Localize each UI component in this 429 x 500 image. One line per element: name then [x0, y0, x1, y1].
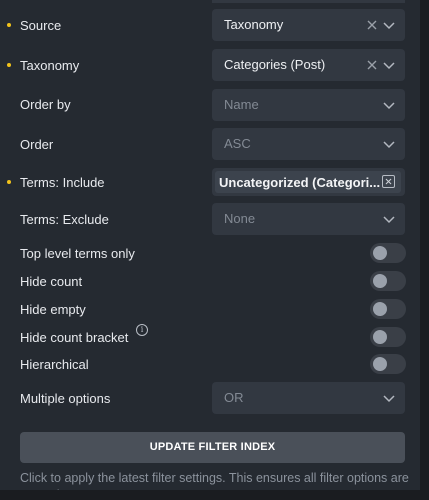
chevron-down-icon: [383, 141, 395, 149]
terms-exclude-select[interactable]: None: [212, 203, 405, 235]
order-placeholder: ASC: [224, 136, 251, 151]
order-label: Order: [20, 137, 54, 152]
toggle-knob: [373, 246, 387, 260]
panel-edge: [420, 0, 429, 500]
info-icon[interactable]: i: [136, 324, 148, 336]
source-select[interactable]: Taxonomy: [212, 9, 405, 41]
order-select[interactable]: ASC: [212, 128, 405, 160]
order-by-placeholder: Name: [224, 97, 259, 112]
changed-indicator-dot: [7, 180, 11, 184]
order-by-label: Order by: [20, 97, 71, 112]
toggle-knob: [373, 330, 387, 344]
terms-include-label: Terms: Include: [20, 175, 105, 190]
toggle-knob: [373, 302, 387, 316]
chevron-down-icon: [383, 216, 395, 224]
hide-count-bracket-toggle[interactable]: [370, 327, 406, 347]
taxonomy-value: Categories (Post): [224, 57, 326, 72]
chevron-down-icon: [383, 22, 395, 30]
hide-count-bracket-label: Hide count bracket: [20, 330, 129, 345]
update-filter-index-button[interactable]: UPDATE FILTER INDEX: [20, 432, 405, 463]
hide-count-toggle[interactable]: [370, 271, 406, 291]
toggle-knob: [373, 274, 387, 288]
terms-exclude-placeholder: None: [224, 211, 256, 226]
multiple-options-label: Multiple options: [20, 391, 111, 406]
remove-tag-icon[interactable]: [382, 175, 395, 188]
changed-indicator-dot: [7, 23, 11, 27]
hierarchical-label: Hierarchical: [20, 357, 89, 372]
clear-icon[interactable]: [365, 58, 379, 72]
bottom-shade: [0, 490, 429, 500]
hide-count-label: Hide count: [20, 274, 83, 289]
toggle-knob: [373, 357, 387, 371]
chevron-down-icon: [383, 395, 395, 403]
terms-include-select[interactable]: Uncategorized (Categori...: [212, 168, 405, 196]
order-by-select[interactable]: Name: [212, 89, 405, 121]
selected-term-label: Uncategorized (Categori...: [219, 175, 381, 190]
hide-empty-label: Hide empty: [20, 302, 86, 317]
filter-settings-panel: Source Taxonomy Taxonomy Categories (Pos…: [0, 0, 420, 500]
top-level-terms-toggle[interactable]: [370, 243, 406, 263]
source-label: Source: [20, 18, 62, 33]
taxonomy-label: Taxonomy: [20, 58, 80, 73]
chevron-down-icon: [383, 62, 395, 70]
chevron-down-icon: [383, 102, 395, 110]
terms-exclude-label: Terms: Exclude: [20, 212, 109, 227]
taxonomy-select[interactable]: Categories (Post): [212, 49, 405, 81]
clear-icon[interactable]: [365, 18, 379, 32]
multiple-options-placeholder: OR: [224, 390, 244, 405]
source-value: Taxonomy: [224, 17, 284, 32]
changed-indicator-dot: [7, 63, 11, 67]
selected-term-tag: Uncategorized (Categori...: [215, 171, 401, 193]
multiple-options-select[interactable]: OR: [212, 382, 405, 414]
hide-empty-toggle[interactable]: [370, 299, 406, 319]
top-level-terms-label: Top level terms only: [20, 246, 135, 261]
previous-control-edge: [212, 0, 405, 3]
hierarchical-toggle[interactable]: [370, 354, 406, 374]
